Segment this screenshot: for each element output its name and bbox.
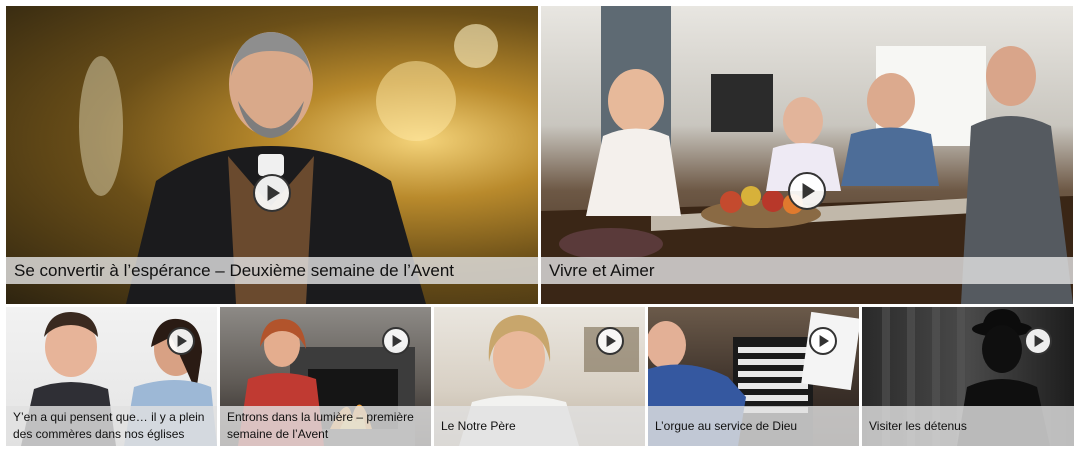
video-title[interactable]: Y’en a qui pensent que… il y a plein des… bbox=[6, 406, 217, 446]
play-icon bbox=[819, 335, 829, 347]
play-icon bbox=[177, 335, 187, 347]
play-button[interactable] bbox=[253, 174, 291, 212]
play-icon bbox=[606, 335, 616, 347]
play-icon bbox=[802, 182, 816, 200]
featured-video-tile-1[interactable]: Se convertir à l’espérance – Deuxième se… bbox=[6, 6, 538, 304]
video-tile-1[interactable]: Y’en a qui pensent que… il y a plein des… bbox=[6, 307, 217, 446]
play-button[interactable] bbox=[167, 327, 195, 355]
video-title[interactable]: Entrons dans la lumière – première semai… bbox=[220, 406, 431, 446]
video-tile-5[interactable]: Visiter les détenus bbox=[862, 307, 1074, 446]
play-icon bbox=[1034, 335, 1044, 347]
play-icon bbox=[267, 184, 281, 202]
video-tile-4[interactable]: L’orgue au service de Dieu bbox=[648, 307, 859, 446]
video-title[interactable]: Visiter les détenus bbox=[862, 406, 1074, 446]
video-title[interactable]: Se convertir à l’espérance – Deuxième se… bbox=[6, 257, 538, 284]
video-tile-3[interactable]: Le Notre Père bbox=[434, 307, 645, 446]
play-button[interactable] bbox=[382, 327, 410, 355]
featured-video-tile-2[interactable]: Vivre et Aimer bbox=[541, 6, 1073, 304]
video-tile-2[interactable]: Entrons dans la lumière – première semai… bbox=[220, 307, 431, 446]
video-title[interactable]: Vivre et Aimer bbox=[541, 257, 1073, 284]
play-icon bbox=[392, 335, 402, 347]
video-title[interactable]: Le Notre Père bbox=[434, 406, 645, 446]
play-button[interactable] bbox=[1024, 327, 1052, 355]
play-button[interactable] bbox=[596, 327, 624, 355]
play-button[interactable] bbox=[788, 172, 826, 210]
play-button[interactable] bbox=[809, 327, 837, 355]
video-title[interactable]: L’orgue au service de Dieu bbox=[648, 406, 859, 446]
